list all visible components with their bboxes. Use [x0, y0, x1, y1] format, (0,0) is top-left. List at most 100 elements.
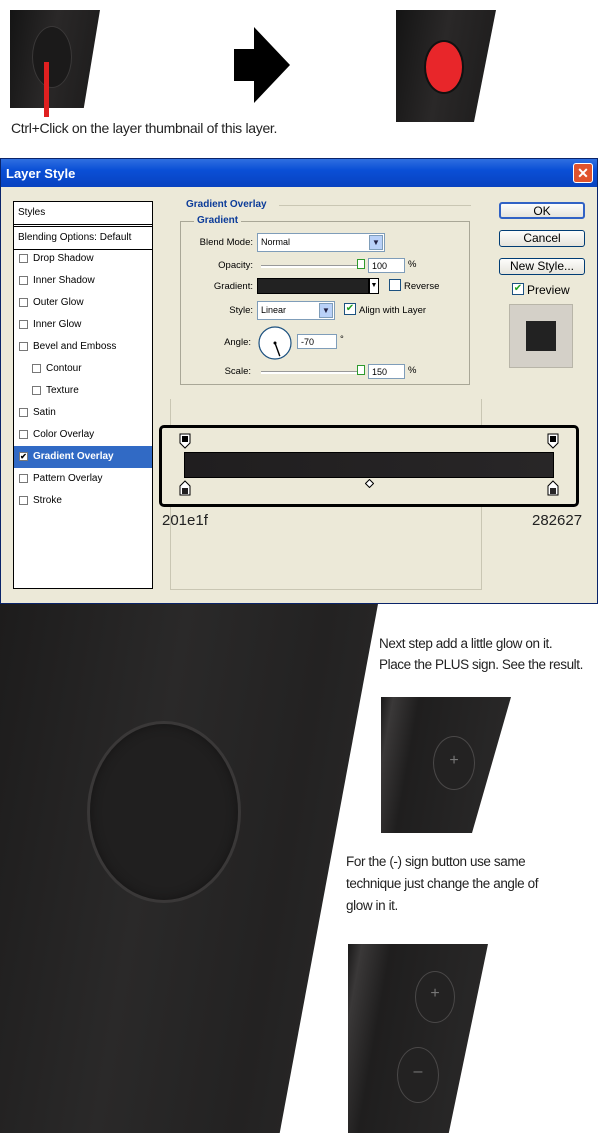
style-checkbox[interactable] — [32, 364, 41, 373]
style-checkbox[interactable] — [19, 320, 28, 329]
scale-slider-track[interactable] — [261, 371, 361, 374]
new-style-button[interactable]: New Style... — [499, 258, 585, 275]
gradient-dropdown[interactable]: ▼ — [369, 278, 379, 294]
style-checkbox[interactable] — [19, 474, 28, 483]
color-stop-left[interactable] — [179, 480, 191, 496]
style-item-pattern-overlay[interactable]: Pattern Overlay — [14, 468, 152, 490]
style-item-label: Styles — [18, 207, 46, 218]
style-checkbox[interactable] — [19, 496, 28, 505]
styles-list: Styles Blending Options: Default Drop Shad… — [13, 201, 153, 589]
style-checkbox[interactable] — [19, 408, 28, 417]
section-divider — [279, 205, 471, 206]
plus-icon: + — [449, 752, 459, 769]
gradient-end-hex: 282627 — [532, 512, 583, 529]
angle-input[interactable]: -70 — [297, 334, 337, 349]
preview-swatch — [526, 321, 556, 351]
style-item-stroke[interactable]: Stroke — [14, 490, 152, 512]
style-checkbox[interactable] — [19, 298, 28, 307]
minus-icon: – — [413, 1063, 423, 1080]
style-item-satin[interactable]: Satin — [14, 402, 152, 424]
minus-button: – — [398, 1048, 438, 1102]
style-item-gradient-overlay[interactable]: ✔ Gradient Overlay — [14, 446, 152, 468]
minus-result-image: + – — [348, 944, 488, 1133]
ok-button[interactable]: OK — [499, 202, 585, 219]
opacity-stop-left[interactable] — [179, 433, 191, 449]
chevron-down-icon: ▼ — [369, 235, 383, 250]
minus-step-text-2: technique just change the angle of — [346, 876, 539, 891]
style-item-label: Drop Shadow — [33, 253, 94, 264]
angle-unit: ° — [340, 334, 344, 345]
preview-label: Preview — [527, 283, 570, 297]
style-select[interactable]: Linear ▼ — [257, 301, 335, 320]
gradient-bar[interactable] — [184, 452, 554, 478]
style-item-label: Blending Options: Default — [18, 232, 132, 243]
blend-mode-value: Normal — [261, 237, 291, 247]
thumbnail-caption: Ctrl+Click on the layer thumbnail of thi… — [11, 120, 278, 136]
close-button[interactable]: ✕ — [573, 163, 593, 183]
layer-style-dialog: Layer Style ✕ Styles Blending Options: De… — [0, 158, 598, 604]
style-item-label: Pattern Overlay — [33, 473, 103, 484]
style-item-label: Inner Shadow — [33, 275, 95, 286]
cancel-button[interactable]: Cancel — [499, 230, 585, 247]
scale-input[interactable]: 150 — [368, 364, 405, 379]
style-value: Linear — [261, 305, 287, 315]
style-checkbox[interactable] — [19, 276, 28, 285]
style-item-bevel-and-emboss[interactable]: Bevel and Emboss — [14, 336, 152, 358]
reverse-label: Reverse — [404, 281, 440, 292]
close-icon: ✕ — [577, 165, 589, 181]
style-item-inner-shadow[interactable]: Inner Shadow — [14, 270, 152, 292]
style-label: Style: — [229, 305, 253, 316]
opacity-unit: % — [408, 259, 417, 270]
align-with-layer-label: Align with Layer — [359, 305, 427, 316]
style-item-label: Stroke — [33, 495, 62, 506]
color-stop-right[interactable] — [547, 480, 559, 496]
preview-checkbox[interactable]: ✔ — [512, 283, 524, 295]
zoomed-button-circle — [90, 724, 238, 900]
style-item-inner-glow[interactable]: Inner Glow — [14, 314, 152, 336]
style-item-color-overlay[interactable]: Color Overlay — [14, 424, 152, 446]
opacity-slider-track[interactable] — [261, 265, 361, 268]
scale-label: Scale: — [224, 366, 251, 377]
style-item-drop-shadow[interactable]: Drop Shadow — [14, 248, 152, 270]
chevron-down-icon: ▼ — [319, 303, 333, 318]
plus-button-small: + — [416, 972, 454, 1022]
style-item-label: Inner Glow — [33, 319, 82, 330]
style-item-label: Gradient Overlay — [33, 451, 114, 462]
style-item-styles[interactable]: Styles — [14, 202, 152, 225]
style-item-contour[interactable]: Contour — [14, 358, 152, 380]
style-checkbox[interactable] — [32, 386, 41, 395]
style-item-label: Outer Glow — [33, 297, 84, 308]
minus-step-text-1: For the (-) sign button use same — [346, 854, 526, 869]
chevron-down-icon: ▼ — [370, 282, 378, 289]
scale-unit: % — [408, 365, 417, 376]
style-checkbox[interactable] — [19, 254, 28, 263]
layer-circle-outline — [32, 26, 72, 88]
style-checkbox[interactable] — [19, 430, 28, 439]
midpoint-diamond[interactable] — [365, 479, 374, 488]
style-checkbox[interactable]: ✔ — [19, 452, 28, 461]
reverse-checkbox[interactable] — [389, 279, 401, 291]
opacity-input[interactable]: 100 — [368, 258, 405, 273]
right-arrow-icon — [234, 27, 290, 103]
opacity-stop-right[interactable] — [547, 433, 559, 449]
opacity-slider-thumb[interactable] — [357, 259, 365, 269]
plus-button: + — [434, 737, 474, 789]
style-checkbox[interactable] — [19, 342, 28, 351]
blend-mode-select[interactable]: Normal ▼ — [257, 233, 385, 252]
layer-thumbnail-right — [396, 10, 496, 122]
style-item-outer-glow[interactable]: Outer Glow — [14, 292, 152, 314]
style-item-label: Satin — [33, 407, 56, 418]
dialog-title: Layer Style — [6, 166, 76, 181]
blend-mode-label: Blend Mode: — [199, 237, 253, 248]
dialog-titlebar: Layer Style ✕ — [1, 159, 597, 187]
align-with-layer-checkbox[interactable]: ✔ — [344, 303, 356, 315]
style-item-texture[interactable]: Texture — [14, 380, 152, 402]
scale-slider-thumb[interactable] — [357, 365, 365, 375]
minus-step-text-3: glow in it. — [346, 898, 398, 913]
section-title: Gradient Overlay — [186, 199, 267, 210]
angle-dial[interactable] — [257, 325, 293, 361]
gradient-swatch[interactable] — [257, 278, 369, 294]
gradient-start-hex: 201e1f — [162, 512, 208, 529]
style-item-blending-options-default[interactable]: Blending Options: Default — [14, 226, 152, 250]
red-indicator-line — [44, 62, 49, 117]
